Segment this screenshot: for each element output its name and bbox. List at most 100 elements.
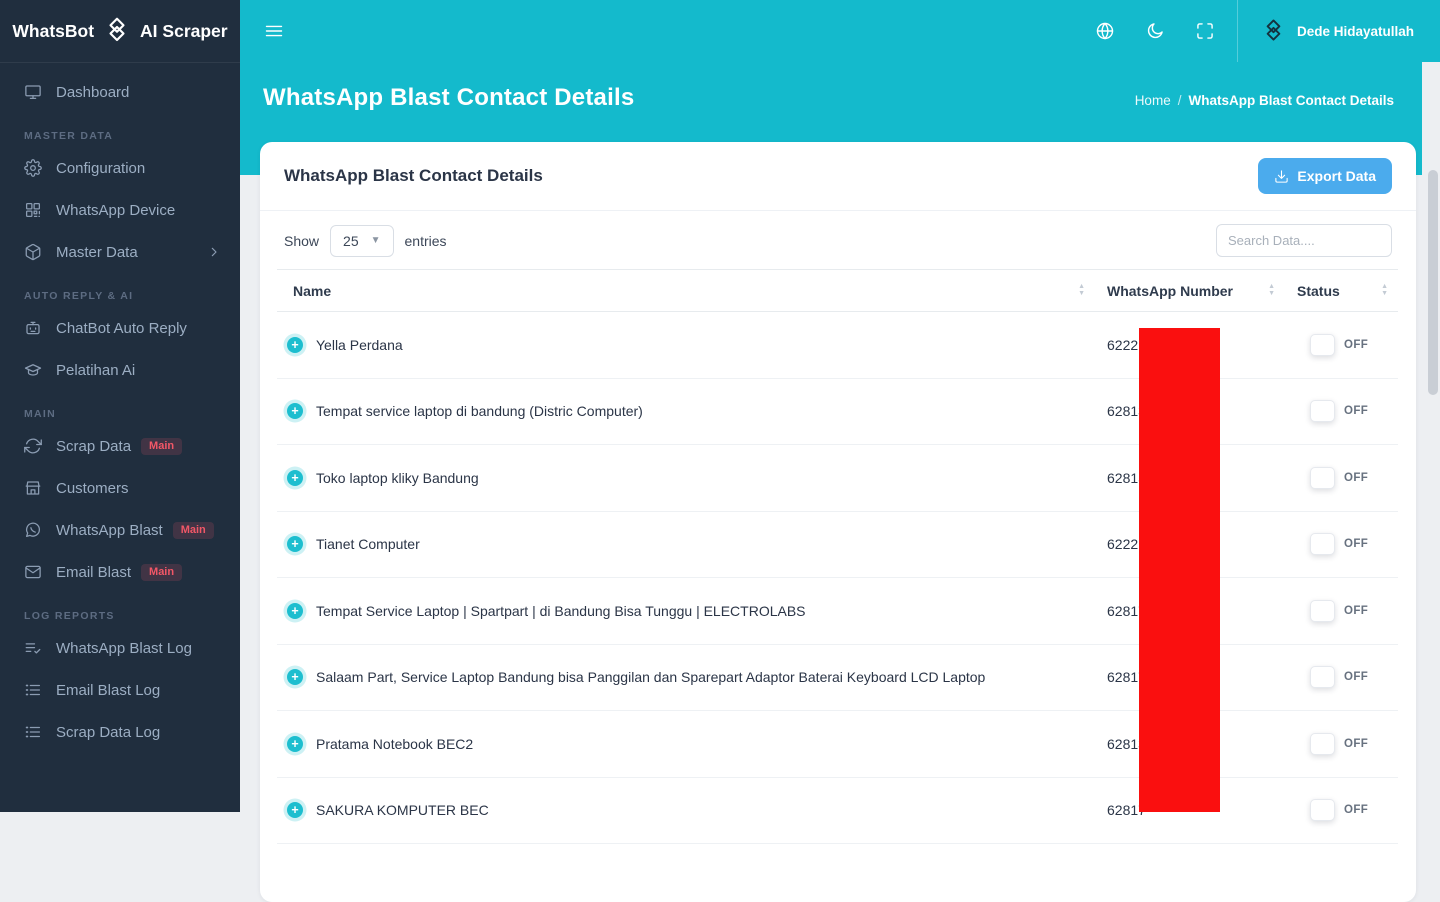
sidebar-item-master-data[interactable]: Master Data — [0, 231, 240, 273]
contacts-table: Name ▲▼ WhatsApp Number ▲▼ Status ▲▼ + Y… — [277, 269, 1398, 844]
status-label: OFF — [1344, 339, 1368, 351]
brand-word-right: AI Scraper — [140, 21, 228, 42]
sidebar-item-email-blast[interactable]: Email Blast Main — [0, 551, 240, 593]
page-size-select[interactable]: 25 ▼ — [330, 225, 393, 257]
sidebar-item-pelatihan-ai[interactable]: Pelatihan Ai — [0, 349, 240, 391]
table-row: + Pratama Notebook BEC2 62813 OFF — [277, 711, 1398, 778]
sort-icon: ▲▼ — [1268, 284, 1275, 297]
contact-name: Yella Perdana — [316, 337, 403, 353]
list-check-icon — [24, 639, 42, 657]
plus-circle-icon[interactable]: + — [287, 736, 303, 752]
user-name: Dede Hidayatullah — [1297, 24, 1414, 39]
breadcrumb-home-link[interactable]: Home — [1135, 93, 1171, 108]
status-toggle[interactable] — [1310, 400, 1335, 422]
plus-circle-icon[interactable]: + — [287, 802, 303, 818]
diamond-logo-icon — [102, 16, 132, 46]
sidebar-section-label: AUTO REPLY & AI — [0, 273, 240, 307]
contact-name: Tempat service laptop di bandung (Distri… — [316, 403, 643, 419]
status-label: OFF — [1344, 671, 1368, 683]
plus-circle-icon[interactable]: + — [287, 669, 303, 685]
sidebar-section-label: MAIN — [0, 391, 240, 425]
globe-icon[interactable] — [1095, 21, 1115, 41]
sidebar-item-scrap-data[interactable]: Scrap Data Main — [0, 425, 240, 467]
status-toggle[interactable] — [1310, 334, 1335, 356]
sort-icon: ▲▼ — [1078, 284, 1085, 297]
table-row: + SAKURA KOMPUTER BEC 62817 OFF — [277, 778, 1398, 845]
topbar: Dede Hidayatullah — [240, 0, 1440, 62]
table-row: + Yella Perdana 6222 OFF — [277, 312, 1398, 379]
table-row: + Tempat service laptop di bandung (Dist… — [277, 379, 1398, 446]
status-cell: OFF — [1285, 733, 1398, 755]
table-row: + Salaam Part, Service Laptop Bandung bi… — [277, 645, 1398, 712]
monitor-icon — [24, 83, 42, 101]
moon-icon[interactable] — [1145, 21, 1165, 41]
status-toggle[interactable] — [1310, 533, 1335, 555]
sidebar-item-whatsapp-blast[interactable]: WhatsApp Blast Main — [0, 509, 240, 551]
main-badge: Main — [141, 564, 182, 581]
mail-icon — [24, 563, 42, 581]
sidebar-item-label: Scrap Data Log — [56, 724, 160, 741]
contact-name: SAKURA KOMPUTER BEC — [316, 802, 489, 818]
sidebar-item-email-blast-log[interactable]: Email Blast Log — [0, 669, 240, 711]
sidebar-item-whatsapp-blast-log[interactable]: WhatsApp Blast Log — [0, 627, 240, 669]
status-toggle[interactable] — [1310, 467, 1335, 489]
plus-circle-icon[interactable]: + — [287, 603, 303, 619]
status-label: OFF — [1344, 405, 1368, 417]
store-icon — [24, 479, 42, 497]
table-header: Name ▲▼ WhatsApp Number ▲▼ Status ▲▼ — [277, 269, 1398, 312]
sidebar-item-label: Dashboard — [56, 84, 129, 101]
sidebar-item-label: ChatBot Auto Reply — [56, 320, 187, 337]
sidebar-item-chatbot-auto-reply[interactable]: ChatBot Auto Reply — [0, 307, 240, 349]
contact-name: Toko laptop kliky Bandung — [316, 470, 479, 486]
sidebar-item-scrap-data-log[interactable]: Scrap Data Log — [0, 711, 240, 753]
sidebar-nav: Dashboard MASTER DATA Configuration What… — [0, 63, 240, 753]
table-row: + Tianet Computer 6222 OFF — [277, 512, 1398, 579]
hamburger-icon[interactable] — [264, 21, 284, 41]
sidebar-item-label: Customers — [56, 480, 129, 497]
scrollbar-thumb[interactable] — [1428, 170, 1438, 395]
column-header-whatsapp-number[interactable]: WhatsApp Number ▲▼ — [1095, 270, 1285, 311]
contact-name: Tempat Service Laptop | Spartpart | di B… — [316, 603, 806, 619]
sidebar-section-label: MASTER DATA — [0, 113, 240, 147]
status-toggle[interactable] — [1310, 799, 1335, 821]
brand-word-left: WhatsBot — [12, 21, 94, 42]
breadcrumb-current: WhatsApp Blast Contact Details — [1188, 93, 1394, 108]
status-cell: OFF — [1285, 334, 1398, 356]
fullscreen-icon[interactable] — [1195, 21, 1215, 41]
sidebar-item-whatsapp-device[interactable]: WhatsApp Device — [0, 189, 240, 231]
list-icon — [24, 723, 42, 741]
column-header-status[interactable]: Status ▲▼ — [1285, 270, 1398, 311]
search-input[interactable] — [1216, 224, 1392, 257]
sidebar-item-label: Pelatihan Ai — [56, 362, 135, 379]
plus-circle-icon[interactable]: + — [287, 470, 303, 486]
user-menu[interactable]: Dede Hidayatullah — [1237, 0, 1440, 62]
main-badge: Main — [173, 522, 214, 539]
status-label: OFF — [1344, 605, 1368, 617]
page-size-value: 25 — [343, 233, 359, 249]
robot-icon — [24, 319, 42, 337]
whatsapp-icon — [24, 521, 42, 539]
sidebar-item-label: Email Blast Log — [56, 682, 160, 699]
card-header: WhatsApp Blast Contact Details Export Da… — [260, 142, 1416, 211]
sidebar-item-label: WhatsApp Device — [56, 202, 175, 219]
column-header-name[interactable]: Name ▲▼ — [277, 270, 1095, 311]
sidebar-item-label: Email Blast — [56, 564, 131, 581]
status-toggle[interactable] — [1310, 600, 1335, 622]
topbar-icons — [1095, 21, 1215, 41]
plus-circle-icon[interactable]: + — [287, 337, 303, 353]
sort-icon: ▲▼ — [1381, 284, 1388, 297]
sidebar-section-label: LOG REPORTS — [0, 593, 240, 627]
plus-circle-icon[interactable]: + — [287, 403, 303, 419]
chevron-right-icon — [206, 244, 222, 260]
export-data-button[interactable]: Export Data — [1258, 158, 1392, 194]
plus-circle-icon[interactable]: + — [287, 536, 303, 552]
status-toggle[interactable] — [1310, 733, 1335, 755]
card-title: WhatsApp Blast Contact Details — [284, 166, 543, 186]
sidebar: WhatsBot AI Scraper Dashboard MASTER DAT… — [0, 0, 240, 812]
page-size-control: Show 25 ▼ entries — [284, 225, 447, 257]
sidebar-item-configuration[interactable]: Configuration — [0, 147, 240, 189]
status-toggle[interactable] — [1310, 666, 1335, 688]
sidebar-item-customers[interactable]: Customers — [0, 467, 240, 509]
sidebar-item-dashboard[interactable]: Dashboard — [0, 71, 240, 113]
table-row: + Toko laptop kliky Bandung 62815 OFF — [277, 445, 1398, 512]
